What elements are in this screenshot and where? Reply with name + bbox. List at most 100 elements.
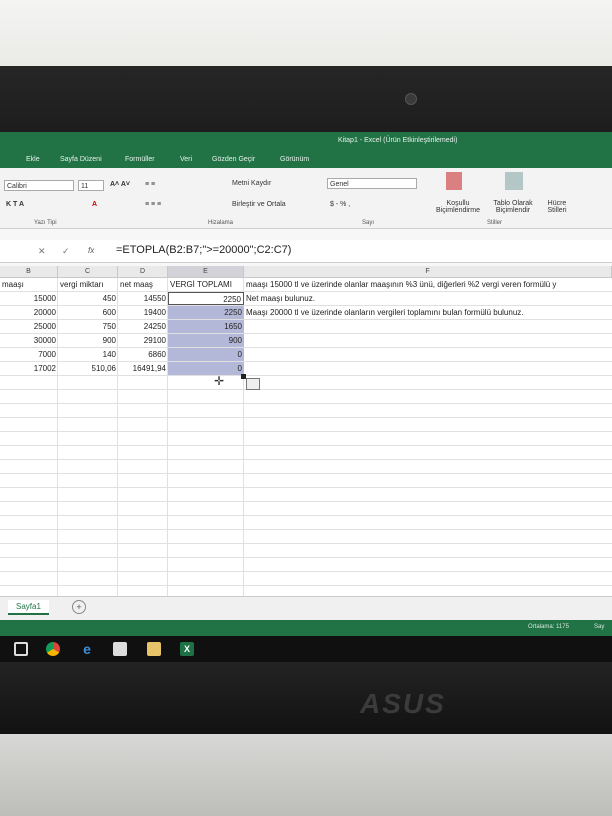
tab-data[interactable]: Veri bbox=[180, 156, 192, 163]
font-group-label: Yazı Tipi bbox=[34, 220, 57, 226]
excel-window: Kitap1 - Excel (Ürün Etkinleştirilemedi)… bbox=[0, 132, 612, 662]
taskbar: e X bbox=[0, 636, 612, 662]
cell-d[interactable]: 16491,94 bbox=[118, 362, 168, 375]
laptop-bottom-bezel bbox=[0, 662, 612, 734]
table-row bbox=[0, 558, 612, 572]
cell-d[interactable]: 14550 bbox=[118, 292, 168, 305]
font-color-icon[interactable]: A bbox=[92, 201, 97, 208]
ribbon: Calibri 11 A˄ A˅ K T A A ≡ ≡ ≡ ≡ ≡ Metni… bbox=[0, 168, 612, 229]
asus-logo: ASUS bbox=[360, 688, 446, 719]
tab-insert[interactable]: Ekle bbox=[26, 156, 40, 163]
quick-analysis-icon[interactable] bbox=[246, 378, 260, 390]
cell-b[interactable]: 7000 bbox=[0, 348, 58, 361]
cell-e[interactable]: 1650 bbox=[168, 320, 244, 333]
conditional-format-icon bbox=[446, 172, 462, 190]
cell-f[interactable]: Maaşı 20000 tl ve üzerinde olanların ver… bbox=[244, 306, 612, 319]
alignment-group-label: Hizalama bbox=[208, 220, 234, 226]
header-vergi-toplami[interactable]: VERGİ TOPLAMI bbox=[168, 278, 244, 291]
conditional-format-button[interactable]: Koşullu Biçimlendirme bbox=[428, 200, 488, 214]
table-row: 17002 510,06 16491,94 0 bbox=[0, 362, 612, 376]
table-row: 30000 900 29100 900 bbox=[0, 334, 612, 348]
table-row bbox=[0, 544, 612, 558]
active-cell-e[interactable]: 2250 bbox=[168, 292, 244, 305]
cell-e[interactable]: 900 bbox=[168, 334, 244, 347]
column-header-d[interactable]: D bbox=[118, 266, 168, 278]
table-header-row: maaşı vergi miktarı net maaş VERGİ TOPLA… bbox=[0, 278, 612, 292]
store-icon[interactable] bbox=[113, 642, 127, 656]
wrap-text-button[interactable]: Metni Kaydır bbox=[232, 180, 271, 187]
table-row bbox=[0, 390, 612, 404]
cell-d[interactable]: 29100 bbox=[118, 334, 168, 347]
header-vergi-miktari[interactable]: vergi miktarı bbox=[58, 278, 118, 291]
formula-bar: ✕ ✓ fx =ETOPLA(B2:B7;">=20000";C2:C7) bbox=[0, 240, 612, 263]
column-header-c[interactable]: C bbox=[58, 266, 118, 278]
table-row: 15000 450 14550 2250 Net maaşı bulunuz. bbox=[0, 292, 612, 306]
cell-d[interactable]: 24250 bbox=[118, 320, 168, 333]
table-row bbox=[0, 516, 612, 530]
bold-italic-underline-icons[interactable]: K T A bbox=[6, 201, 24, 208]
fx-icon[interactable]: fx bbox=[88, 246, 94, 255]
font-grow-icon[interactable]: A˄ A˅ bbox=[110, 181, 130, 188]
cell-b[interactable]: 30000 bbox=[0, 334, 58, 347]
header-maasi[interactable]: maaşı bbox=[0, 278, 58, 291]
font-name-select[interactable]: Calibri bbox=[4, 180, 74, 191]
table-row bbox=[0, 572, 612, 586]
cell-d[interactable]: 6860 bbox=[118, 348, 168, 361]
tab-page-layout[interactable]: Sayfa Düzeni bbox=[60, 156, 102, 163]
cell-e[interactable]: 0 bbox=[168, 348, 244, 361]
tab-review[interactable]: Gözden Geçir bbox=[212, 156, 255, 163]
cell-c[interactable]: 450 bbox=[58, 292, 118, 305]
table-row bbox=[0, 404, 612, 418]
cell-f[interactable]: Net maaşı bulunuz. bbox=[244, 292, 612, 305]
task-view-icon[interactable] bbox=[14, 642, 28, 656]
status-average: Ortalama: 1175 bbox=[528, 624, 569, 630]
cell-c[interactable]: 750 bbox=[58, 320, 118, 333]
sheet-tab-sayfa1[interactable]: Sayfa1 bbox=[8, 600, 49, 615]
file-explorer-icon[interactable] bbox=[147, 642, 161, 656]
laptop-body bbox=[0, 734, 612, 816]
cell-c[interactable]: 600 bbox=[58, 306, 118, 319]
table-row bbox=[0, 474, 612, 488]
enter-icon[interactable]: ✓ bbox=[62, 246, 70, 257]
cell-e[interactable]: 2250 bbox=[168, 306, 244, 319]
header-net-maas[interactable]: net maaş bbox=[118, 278, 168, 291]
formula-input[interactable]: =ETOPLA(B2:B7;">=20000";C2:C7) bbox=[116, 244, 291, 256]
format-table-button[interactable]: Tablo Olarak Biçimlendir bbox=[488, 200, 538, 214]
edge-icon[interactable]: e bbox=[80, 642, 94, 656]
merge-center-button[interactable]: Birleştir ve Ortala bbox=[232, 201, 286, 208]
cell-b[interactable]: 15000 bbox=[0, 292, 58, 305]
chrome-icon[interactable] bbox=[46, 642, 60, 656]
cell-b[interactable]: 17002 bbox=[0, 362, 58, 375]
table-row bbox=[0, 488, 612, 502]
header-note[interactable]: maaşı 15000 tl ve üzerinde olanlar maaşı… bbox=[244, 278, 612, 291]
align-center-icon[interactable]: ≡ ≡ ≡ bbox=[145, 201, 161, 208]
cell-c[interactable]: 900 bbox=[58, 334, 118, 347]
spreadsheet-grid: B C D E F maaşı vergi miktarı net maaş V… bbox=[0, 266, 612, 596]
table-row: 25000 750 24250 1650 bbox=[0, 320, 612, 334]
add-sheet-icon[interactable]: + bbox=[72, 600, 86, 614]
cell-b[interactable]: 25000 bbox=[0, 320, 58, 333]
currency-percent-icons[interactable]: $ - % , bbox=[330, 201, 350, 208]
cell-d[interactable]: 19400 bbox=[118, 306, 168, 319]
table-row bbox=[0, 446, 612, 460]
cell-b[interactable]: 20000 bbox=[0, 306, 58, 319]
laptop-top-bezel bbox=[0, 66, 612, 136]
cell-c[interactable]: 510,06 bbox=[58, 362, 118, 375]
table-row: 7000 140 6860 0 bbox=[0, 348, 612, 362]
number-format-select[interactable]: Genel bbox=[327, 178, 417, 189]
cancel-icon[interactable]: ✕ bbox=[38, 246, 46, 257]
table-row bbox=[0, 530, 612, 544]
column-header-f[interactable]: F bbox=[244, 266, 612, 278]
excel-taskbar-icon[interactable]: X bbox=[180, 642, 194, 656]
column-header-e[interactable]: E bbox=[168, 266, 244, 278]
tab-formulas[interactable]: Formüller bbox=[125, 156, 155, 163]
table-row bbox=[0, 460, 612, 474]
table-row: 20000 600 19400 2250 Maaşı 20000 tl ve ü… bbox=[0, 306, 612, 320]
align-top-icon[interactable]: ≡ ≡ bbox=[145, 181, 155, 188]
cell-e[interactable]: 0 bbox=[168, 362, 244, 375]
tab-view[interactable]: Görünüm bbox=[280, 156, 309, 163]
cell-styles-button[interactable]: Hücre Stilleri bbox=[540, 200, 574, 214]
cell-c[interactable]: 140 bbox=[58, 348, 118, 361]
font-size-select[interactable]: 11 bbox=[78, 180, 104, 191]
column-header-b[interactable]: B bbox=[0, 266, 58, 278]
